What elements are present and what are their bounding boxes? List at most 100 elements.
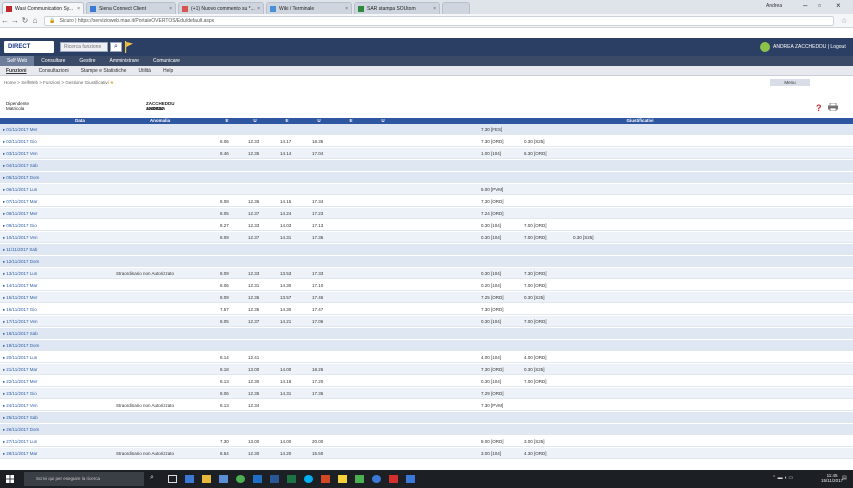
cell-date[interactable]: 20/11/2017 Lun bbox=[3, 355, 37, 361]
task-view-icon[interactable] bbox=[168, 475, 177, 483]
top-menu-item-comunicare[interactable]: Comunicare bbox=[146, 58, 187, 64]
system-tray-icons[interactable]: ⌃ ▬ ◖ ▭ bbox=[772, 475, 793, 481]
table-row[interactable]: 07/11/2017 Mar 8.08 12.36 14.15 17.34 7.30 [O… bbox=[0, 196, 853, 207]
table-row[interactable]: 09/11/2017 Gio 8.27 12.33 14.03 17.13 0.30 [1… bbox=[0, 220, 853, 231]
table-row[interactable]: 27/11/2017 Lun 7.30 13.00 14.00 20.00 8.00 [O… bbox=[0, 436, 853, 447]
breadcrumb-text[interactable]: Home > SelfWeb > Funzioni > Gestione Giu… bbox=[4, 80, 109, 85]
photos-icon[interactable] bbox=[406, 475, 415, 483]
close-tab-icon[interactable]: × bbox=[431, 6, 436, 12]
back-icon[interactable]: ← bbox=[0, 16, 10, 25]
sub-menu-item-utilita[interactable]: Utilità bbox=[132, 68, 157, 74]
flag-icon[interactable] bbox=[125, 41, 133, 53]
table-row[interactable]: 22/11/2017 Mer 8.13 12.30 14.18 17.20 0.30 [1… bbox=[0, 376, 853, 387]
browser-tab[interactable]: Siena Connect Client × bbox=[86, 2, 176, 14]
powerpoint-icon[interactable] bbox=[321, 475, 330, 483]
cell-date[interactable]: 02/11/2017 Gio bbox=[3, 139, 36, 145]
notifications-icon[interactable]: ▤ bbox=[842, 475, 847, 481]
cell-date[interactable]: 22/11/2017 Mer bbox=[3, 379, 37, 385]
table-row[interactable]: 23/11/2017 Gio 8.06 12.35 14.31 17.36 7.29 [O… bbox=[0, 388, 853, 399]
cell-date[interactable]: 15/11/2017 Mer bbox=[3, 295, 37, 301]
skype-icon[interactable] bbox=[304, 475, 313, 483]
help-icon[interactable]: ? bbox=[816, 103, 822, 113]
table-row[interactable]: 19/11/2017 Dom bbox=[0, 340, 853, 351]
table-row[interactable]: 05/11/2017 Dom bbox=[0, 172, 853, 183]
favorite-star-icon[interactable]: ★ bbox=[110, 80, 114, 85]
table-row[interactable]: 14/11/2017 Mar 8.06 12.31 14.30 17.10 0.20 [1… bbox=[0, 280, 853, 291]
file-explorer-icon[interactable] bbox=[202, 475, 211, 483]
table-row[interactable]: 06/11/2017 Lun 6.00 [PVM] bbox=[0, 184, 853, 195]
edge-icon[interactable] bbox=[185, 475, 194, 483]
home-icon[interactable]: ⌂ bbox=[30, 16, 40, 25]
cell-date[interactable]: 08/11/2017 Mer bbox=[3, 211, 37, 217]
print-icon[interactable] bbox=[828, 103, 838, 111]
word-icon[interactable] bbox=[270, 475, 279, 483]
sub-menu-item-help[interactable]: Help bbox=[157, 68, 179, 74]
minimize-icon[interactable]: – bbox=[803, 1, 807, 10]
table-row[interactable]: 10/11/2017 Ven 8.09 12.37 14.31 17.36 0.30 [1… bbox=[0, 232, 853, 243]
url-field[interactable]: 🔒 Sicuro | https://servizioweb.mae.it/Po… bbox=[44, 16, 834, 26]
sticky-notes-icon[interactable] bbox=[338, 475, 347, 483]
cell-date[interactable]: 06/11/2017 Lun bbox=[3, 187, 37, 193]
browser-user-chip[interactable]: Andrea bbox=[766, 3, 782, 9]
browser-tab[interactable]: Wasi Communication Sy... × bbox=[2, 2, 84, 14]
acrobat-icon[interactable] bbox=[389, 475, 398, 483]
cell-date[interactable]: 24/11/2017 Ven bbox=[3, 403, 37, 409]
sub-menu-item-stampe[interactable]: Stampe e Statistiche bbox=[75, 68, 133, 74]
taskbar-search-input[interactable]: Scrivi qui per eseguire la ricerca bbox=[24, 472, 144, 486]
sub-menu-item-funzioni[interactable]: Funzioni bbox=[0, 68, 33, 74]
cell-date[interactable]: 10/11/2017 Ven bbox=[3, 235, 37, 241]
maximize-icon[interactable]: ▫ bbox=[818, 1, 821, 10]
table-row[interactable]: 18/11/2017 Sab bbox=[0, 328, 853, 339]
microphone-icon[interactable]: ⌕ bbox=[150, 474, 159, 482]
windows-start-icon[interactable] bbox=[6, 475, 14, 483]
cell-date[interactable]: 11/11/2017 Sab bbox=[3, 247, 37, 253]
table-row[interactable]: 17/11/2017 Ven 8.05 12.37 14.21 17.06 0.30 [1… bbox=[0, 316, 853, 327]
close-window-icon[interactable]: × bbox=[836, 1, 841, 10]
chrome-icon[interactable] bbox=[236, 475, 245, 483]
browser-tab[interactable]: SAR stampa SOUtom × bbox=[354, 2, 440, 14]
cell-date[interactable]: 19/11/2017 Dom bbox=[3, 343, 39, 349]
close-tab-icon[interactable]: × bbox=[167, 6, 172, 12]
cell-date[interactable]: 12/11/2017 Dom bbox=[3, 259, 39, 265]
cell-date[interactable]: 07/11/2017 Mar bbox=[3, 199, 37, 205]
cell-date[interactable]: 01/11/2017 Mer bbox=[3, 127, 37, 133]
search-icon[interactable]: ⌕ bbox=[110, 42, 122, 52]
table-row[interactable]: 02/11/2017 Gio 8.06 12.33 14.17 18.35 7.30 [O… bbox=[0, 136, 853, 147]
outlook-icon[interactable] bbox=[253, 475, 262, 483]
cell-date[interactable]: 09/11/2017 Gio bbox=[3, 223, 36, 229]
close-tab-icon[interactable]: × bbox=[255, 6, 260, 12]
top-menu-item-selfweb[interactable]: Self Web bbox=[0, 56, 35, 66]
user-name-logout[interactable]: ANDREA ZACCHEDDU | Logout bbox=[773, 44, 846, 50]
close-tab-icon[interactable]: × bbox=[343, 6, 348, 12]
table-row[interactable]: 01/11/2017 Mer 7.30 [FES] bbox=[0, 124, 853, 135]
forward-icon[interactable]: → bbox=[10, 16, 20, 25]
reload-icon[interactable]: ↻ bbox=[20, 16, 30, 25]
cell-date[interactable]: 23/11/2017 Gio bbox=[3, 391, 36, 397]
table-row[interactable]: 08/11/2017 Mer 8.05 12.37 14.24 17.23 7.24 [O… bbox=[0, 208, 853, 219]
table-row[interactable]: 12/11/2017 Dom bbox=[0, 256, 853, 267]
cell-date[interactable]: 13/11/2017 Lun bbox=[3, 271, 37, 277]
cell-date[interactable]: 14/11/2017 Mar bbox=[3, 283, 37, 289]
sub-menu-item-consultazioni[interactable]: Consultazioni bbox=[33, 68, 75, 74]
table-row[interactable]: 20/11/2017 Lun 8.14 12.41 4.00 [104] 4.00 [O… bbox=[0, 352, 853, 363]
table-row[interactable]: 16/11/2017 Gio 7.57 12.35 14.30 17.47 7.30 [O… bbox=[0, 304, 853, 315]
cell-date[interactable]: 21/11/2017 Mar bbox=[3, 367, 37, 373]
table-row[interactable]: 15/11/2017 Mer 8.09 12.36 13.57 17.46 7.25 [O… bbox=[0, 292, 853, 303]
cell-date[interactable]: 04/11/2017 Sab bbox=[3, 163, 37, 169]
table-row[interactable]: 28/11/2017 Mar Straordinario non Autorizz… bbox=[0, 448, 853, 459]
cell-date[interactable]: 18/11/2017 Sab bbox=[3, 331, 37, 337]
table-row[interactable]: 03/11/2017 Ven 8.46 12.35 14.14 17.04 1.00 [1… bbox=[0, 148, 853, 159]
top-menu-item-gestire[interactable]: Gestire bbox=[72, 58, 102, 64]
maps-icon[interactable] bbox=[355, 475, 364, 483]
cell-date[interactable]: 03/11/2017 Ven bbox=[3, 151, 37, 157]
browser-tab[interactable]: Wiki / Terminale × bbox=[266, 2, 352, 14]
cell-date[interactable]: 28/11/2017 Mar bbox=[3, 451, 37, 457]
function-search-input[interactable] bbox=[60, 42, 108, 52]
table-row[interactable]: 21/11/2017 Mar 8.18 13.00 14.00 18.26 7.30 [O… bbox=[0, 364, 853, 375]
table-row[interactable]: 25/11/2017 Sab bbox=[0, 412, 853, 423]
browser-tab[interactable]: (+1) Nuovo commento su *... × bbox=[178, 2, 264, 14]
chrome-app-icon[interactable] bbox=[372, 475, 381, 483]
table-row[interactable]: 13/11/2017 Lun Straordinario non Autorizz… bbox=[0, 268, 853, 279]
top-menu-item-consultare[interactable]: Consultare bbox=[34, 58, 72, 64]
cell-date[interactable]: 17/11/2017 Ven bbox=[3, 319, 37, 325]
